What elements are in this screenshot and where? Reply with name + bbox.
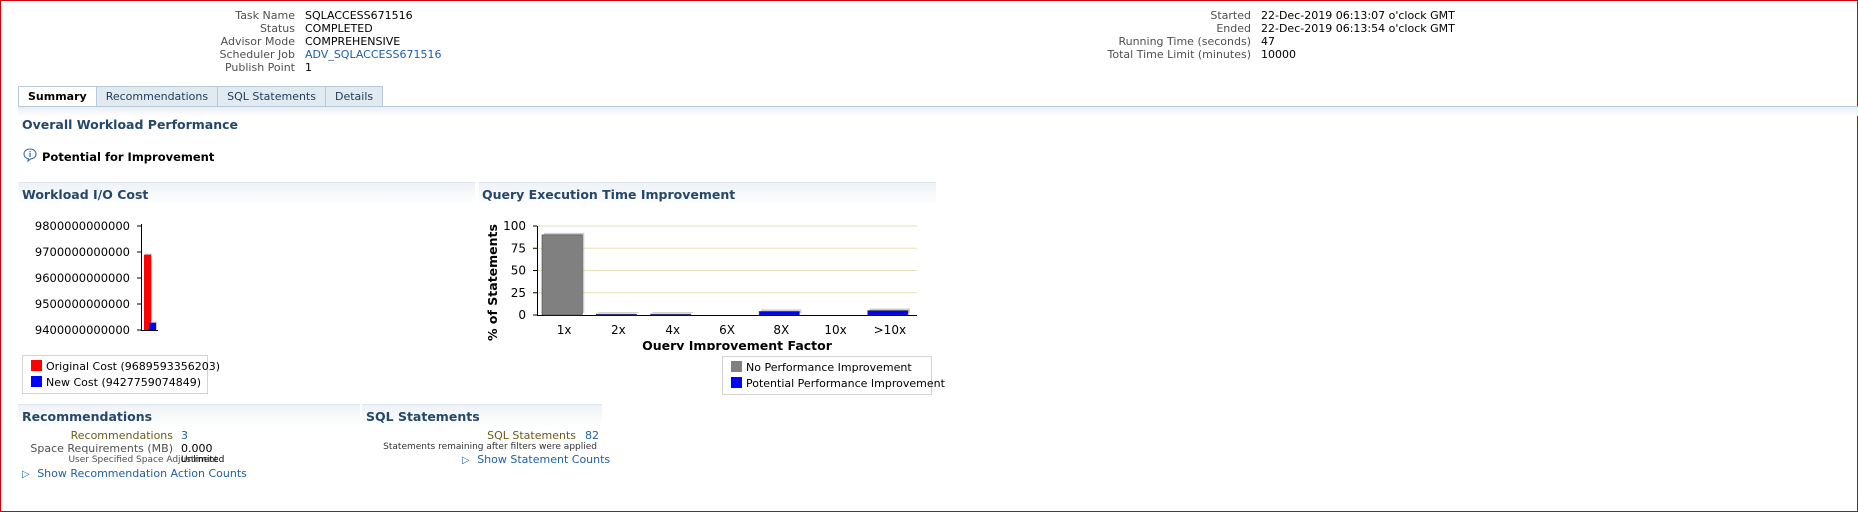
timing-label: Running Time (seconds) [1118,35,1251,48]
legend-no-improvement-text: No Performance Improvement [746,361,912,374]
qet-y-tick-label: 75 [511,241,526,255]
tab-bar: Summary Recommendations SQL Statements D… [18,86,384,108]
show-recommendation-counts[interactable]: ▷ Show Recommendation Action Counts [22,467,247,480]
potential-improvement-label: Potential for Improvement [42,150,215,164]
timing-value: 22-Dec-2019 06:13:07 o'clock GMT [1261,9,1455,22]
recommendations-count-label: Recommendations [70,429,173,442]
qet-x-tick-label: 10x [824,323,846,337]
qet-x-tick-label: 2x [611,323,626,337]
statements-remaining-note: Statements remaining after filters were … [383,442,597,452]
task-info-value: 1 [305,61,312,74]
io-y-tick-label: 9500000000000 [35,297,130,311]
legend-original-cost: Original Cost (9689593356203) [31,360,220,373]
qet-y-tick-label: 100 [503,219,526,233]
query-execution-time-chart: 100 75 50 25 0 1x 2x 4x 6X 8X 10x >10x Query Improve… [485,219,917,350]
legend-new-cost: New Cost (9427759074849) [31,376,201,389]
tab-details[interactable]: Details [324,86,384,107]
qet-bar-potential-improvement [867,310,909,316]
io-cost-legend: Original Cost (9689593356203) New Cost (… [22,355,220,394]
timing-value: 47 [1261,35,1275,48]
qet-x-axis-label: Query Improvement Factor [642,338,833,350]
qet-bar-potential-improvement [758,311,800,316]
show-statement-counts-link[interactable]: Show Statement Counts [477,453,610,466]
recommendations-count-link[interactable]: 3 [181,429,188,442]
io-bar-original-cost [144,254,151,330]
space-requirements-label: Space Requirements (MB) [30,442,173,455]
qet-y-tick-label: 0 [518,308,526,322]
qet-x-tick-label: 4x [665,323,680,337]
timing-value: 22-Dec-2019 06:13:54 o'clock GMT [1261,22,1455,35]
io-y-tick-label: 9600000000000 [35,271,130,285]
qet-bar-potential-improvement [650,313,692,316]
io-cost-title: Workload I/O Cost [22,187,149,202]
sql-statements-title: SQL Statements [366,409,480,424]
space-adjustment-value: Unlimited [181,455,225,465]
sql-statements-count-link[interactable]: 82 [585,429,599,442]
timing-label: Started [1210,9,1251,22]
legend-new-text: New Cost (9427759074849) [46,376,202,389]
io-y-tick-label: 9700000000000 [35,245,130,259]
window-border [0,0,1858,512]
original-cost-swatch [31,360,42,371]
legend-no-improvement: No Performance Improvement [731,361,912,374]
expand-triangle-icon: ▷ [22,469,30,480]
qet-bar-shadow [652,312,693,313]
timing-label: Total Time Limit (minutes) [1107,48,1251,61]
legend-original-text: Original Cost (9689593356203) [46,360,221,373]
task-info-label: Publish Point [224,61,295,74]
qet-bar-potential-improvement [595,313,637,316]
tab-sql-statements[interactable]: SQL Statements [217,86,326,107]
qet-y-tick-label: 25 [511,286,526,300]
qet-bar-shadow [598,312,639,313]
legend-potential-text: Potential Performance Improvement [746,377,945,390]
io-bar-new-cost [149,322,156,330]
legend-potential: Potential Performance Improvement [731,377,945,390]
io-y-tick-label: 9800000000000 [35,219,130,233]
section-band [18,107,1858,116]
qet-x-tick-label: 1x [557,323,572,337]
qet-y-axis-label: % of Statements [485,224,500,341]
qet-legend: No Performance Improvement Potential Per… [722,356,945,395]
timing-label: Ended [1216,22,1251,35]
tab-summary[interactable]: Summary [18,86,97,108]
io-cost-chart: 9800000000000 9700000000000 9600000000000 9… [35,219,158,335]
space-requirements-value: 0.000 [181,442,213,455]
sql-statements-count-label: SQL Statements [487,429,576,442]
overall-workload-title: Overall Workload Performance [22,117,239,132]
no-improvement-swatch [731,361,742,372]
recommendations-title: Recommendations [22,409,153,424]
potential-swatch [731,377,742,388]
qet-x-tick-label: >10x [874,323,906,337]
info-icon [22,147,38,163]
new-cost-swatch [31,376,42,387]
show-statement-counts[interactable]: ▷ Show Statement Counts [462,453,610,466]
qet-x-tick-label: 6X [719,323,735,337]
tab-recommendations[interactable]: Recommendations [95,86,219,107]
qet-bar-no-improvement [541,234,583,316]
qet-title: Query Execution Time Improvement [482,187,736,202]
expand-triangle-icon: ▷ [462,455,470,466]
show-recommendation-counts-link[interactable]: Show Recommendation Action Counts [37,467,247,480]
io-y-tick-label: 9400000000000 [35,323,130,335]
timing-value: 10000 [1261,48,1296,61]
qet-y-tick-label: 50 [511,264,526,278]
qet-x-tick-label: 8X [773,323,789,337]
